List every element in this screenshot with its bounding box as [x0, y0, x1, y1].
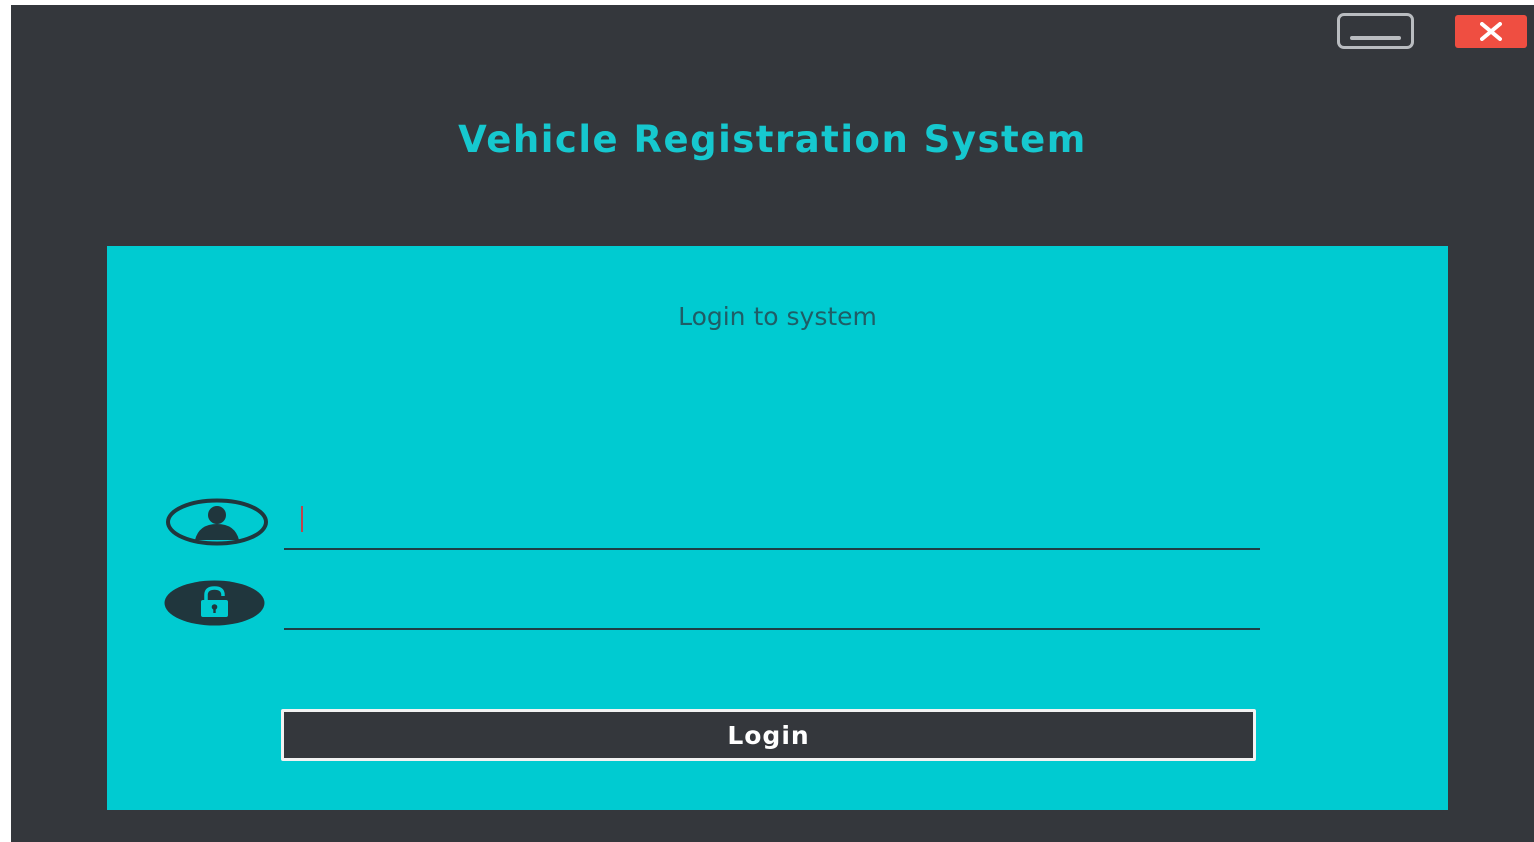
password-input[interactable] [284, 584, 1260, 630]
close-button[interactable] [1455, 15, 1527, 48]
app-title: Vehicle Registration System [458, 118, 1087, 161]
login-button[interactable]: Login [281, 709, 1256, 761]
username-input[interactable] [284, 504, 1260, 550]
user-icon [166, 498, 268, 546]
text-cursor [301, 506, 303, 532]
minimize-button[interactable] [1337, 13, 1414, 49]
minimize-icon [1350, 36, 1401, 40]
login-panel: Login to system Login [107, 246, 1448, 810]
login-heading: Login to system [678, 302, 877, 331]
close-icon [1480, 22, 1502, 41]
lock-icon [164, 580, 265, 626]
app-window: Vehicle Registration System Login to sys… [11, 5, 1534, 842]
